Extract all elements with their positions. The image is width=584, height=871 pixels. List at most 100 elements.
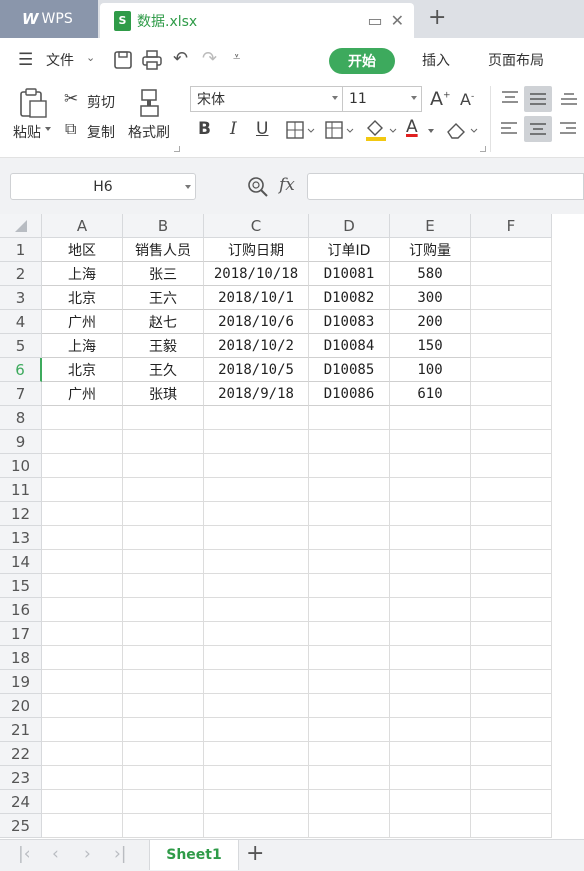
spreadsheet-grid[interactable]: A B C D E F 1 地区 销售人员 订购日期 订单ID 订购量 2 上海 张三 2018/10/18 D… bbox=[0, 214, 584, 839]
cell-d14[interactable] bbox=[309, 550, 390, 574]
cell-b13[interactable] bbox=[123, 526, 204, 550]
cell-b21[interactable] bbox=[123, 718, 204, 742]
cell-f9[interactable] bbox=[471, 430, 552, 454]
cell-a11[interactable] bbox=[42, 478, 123, 502]
cell-c20[interactable] bbox=[204, 694, 309, 718]
row-header-8[interactable]: 8 bbox=[0, 406, 42, 430]
font-group-launcher-icon[interactable] bbox=[480, 146, 486, 152]
cell-d5[interactable]: D10084 bbox=[309, 334, 390, 358]
cell-b15[interactable] bbox=[123, 574, 204, 598]
cell-c14[interactable] bbox=[204, 550, 309, 574]
cell-e4[interactable]: 200 bbox=[390, 310, 471, 334]
row-header-19[interactable]: 19 bbox=[0, 670, 42, 694]
cell-e13[interactable] bbox=[390, 526, 471, 550]
cell-f14[interactable] bbox=[471, 550, 552, 574]
cell-b6[interactable]: 王久 bbox=[123, 358, 204, 382]
save-icon[interactable] bbox=[112, 49, 134, 71]
cell-f10[interactable] bbox=[471, 454, 552, 478]
align-center-button[interactable] bbox=[524, 116, 552, 142]
cell-c4[interactable]: 2018/10/6 bbox=[204, 310, 309, 334]
cell-f25[interactable] bbox=[471, 814, 552, 838]
cell-a5[interactable]: 上海 bbox=[42, 334, 123, 358]
close-tab-icon[interactable]: ✕ bbox=[391, 11, 404, 30]
scissors-icon[interactable]: ✂ bbox=[64, 89, 78, 109]
cell-c17[interactable] bbox=[204, 622, 309, 646]
cell-b16[interactable] bbox=[123, 598, 204, 622]
column-header-b[interactable]: B bbox=[123, 214, 204, 238]
redo-icon[interactable]: ↷ bbox=[202, 48, 217, 69]
cell-c16[interactable] bbox=[204, 598, 309, 622]
row-header-23[interactable]: 23 bbox=[0, 766, 42, 790]
cell-a21[interactable] bbox=[42, 718, 123, 742]
menu-file[interactable]: 文件 bbox=[46, 50, 74, 70]
row-header-15[interactable]: 15 bbox=[0, 574, 42, 598]
cell-e18[interactable] bbox=[390, 646, 471, 670]
cell-c1[interactable]: 订购日期 bbox=[204, 238, 309, 262]
cell-f18[interactable] bbox=[471, 646, 552, 670]
italic-button[interactable]: I bbox=[230, 119, 237, 139]
cell-b14[interactable] bbox=[123, 550, 204, 574]
cell-e7[interactable]: 610 bbox=[390, 382, 471, 406]
cell-b19[interactable] bbox=[123, 670, 204, 694]
menu-page-layout[interactable]: 页面布局 bbox=[488, 50, 544, 70]
cell-b11[interactable] bbox=[123, 478, 204, 502]
menu-insert[interactable]: 插入 bbox=[422, 50, 450, 70]
cell-d1[interactable]: 订单ID bbox=[309, 238, 390, 262]
row-header-11[interactable]: 11 bbox=[0, 478, 42, 502]
cell-a20[interactable] bbox=[42, 694, 123, 718]
sheet-tab-sheet1[interactable]: Sheet1 bbox=[149, 840, 239, 870]
cell-d2[interactable]: D10081 bbox=[309, 262, 390, 286]
cell-c3[interactable]: 2018/10/1 bbox=[204, 286, 309, 310]
row-header-2[interactable]: 2 bbox=[0, 262, 42, 286]
row-header-24[interactable]: 24 bbox=[0, 790, 42, 814]
cell-f4[interactable] bbox=[471, 310, 552, 334]
row-header-12[interactable]: 12 bbox=[0, 502, 42, 526]
cell-c23[interactable] bbox=[204, 766, 309, 790]
cell-d9[interactable] bbox=[309, 430, 390, 454]
cell-d18[interactable] bbox=[309, 646, 390, 670]
cell-e10[interactable] bbox=[390, 454, 471, 478]
cell-a24[interactable] bbox=[42, 790, 123, 814]
cell-b10[interactable] bbox=[123, 454, 204, 478]
wps-home-tab[interactable]: W WPS bbox=[0, 0, 98, 38]
cell-c24[interactable] bbox=[204, 790, 309, 814]
prev-sheet-icon[interactable]: ‹ bbox=[52, 844, 59, 864]
cell-f23[interactable] bbox=[471, 766, 552, 790]
cell-e14[interactable] bbox=[390, 550, 471, 574]
cell-b17[interactable] bbox=[123, 622, 204, 646]
cell-b12[interactable] bbox=[123, 502, 204, 526]
cell-c15[interactable] bbox=[204, 574, 309, 598]
first-sheet-icon[interactable]: |‹ bbox=[18, 844, 31, 864]
cell-c6[interactable]: 2018/10/5 bbox=[204, 358, 309, 382]
new-tab-button[interactable]: + bbox=[428, 5, 446, 30]
menu-start-tab[interactable]: 开始 bbox=[329, 48, 395, 74]
row-header-1[interactable]: 1 bbox=[0, 238, 42, 262]
row-header-20[interactable]: 20 bbox=[0, 694, 42, 718]
cell-c25[interactable] bbox=[204, 814, 309, 838]
cell-d22[interactable] bbox=[309, 742, 390, 766]
row-header-16[interactable]: 16 bbox=[0, 598, 42, 622]
cell-a3[interactable]: 北京 bbox=[42, 286, 123, 310]
cell-b1[interactable]: 销售人员 bbox=[123, 238, 204, 262]
cell-a2[interactable]: 上海 bbox=[42, 262, 123, 286]
cell-a13[interactable] bbox=[42, 526, 123, 550]
name-box[interactable]: H6 bbox=[10, 173, 196, 200]
cell-a22[interactable] bbox=[42, 742, 123, 766]
cell-a16[interactable] bbox=[42, 598, 123, 622]
row-header-18[interactable]: 18 bbox=[0, 646, 42, 670]
cell-d3[interactable]: D10082 bbox=[309, 286, 390, 310]
cell-b24[interactable] bbox=[123, 790, 204, 814]
cell-e16[interactable] bbox=[390, 598, 471, 622]
cell-c11[interactable] bbox=[204, 478, 309, 502]
cell-f17[interactable] bbox=[471, 622, 552, 646]
cell-f7[interactable] bbox=[471, 382, 552, 406]
fill-color-icon[interactable] bbox=[364, 118, 398, 142]
cell-d17[interactable] bbox=[309, 622, 390, 646]
cell-b20[interactable] bbox=[123, 694, 204, 718]
cell-e1[interactable]: 订购量 bbox=[390, 238, 471, 262]
cell-b25[interactable] bbox=[123, 814, 204, 838]
font-color-button[interactable]: A bbox=[406, 117, 418, 137]
cell-e25[interactable] bbox=[390, 814, 471, 838]
cell-e23[interactable] bbox=[390, 766, 471, 790]
row-header-14[interactable]: 14 bbox=[0, 550, 42, 574]
